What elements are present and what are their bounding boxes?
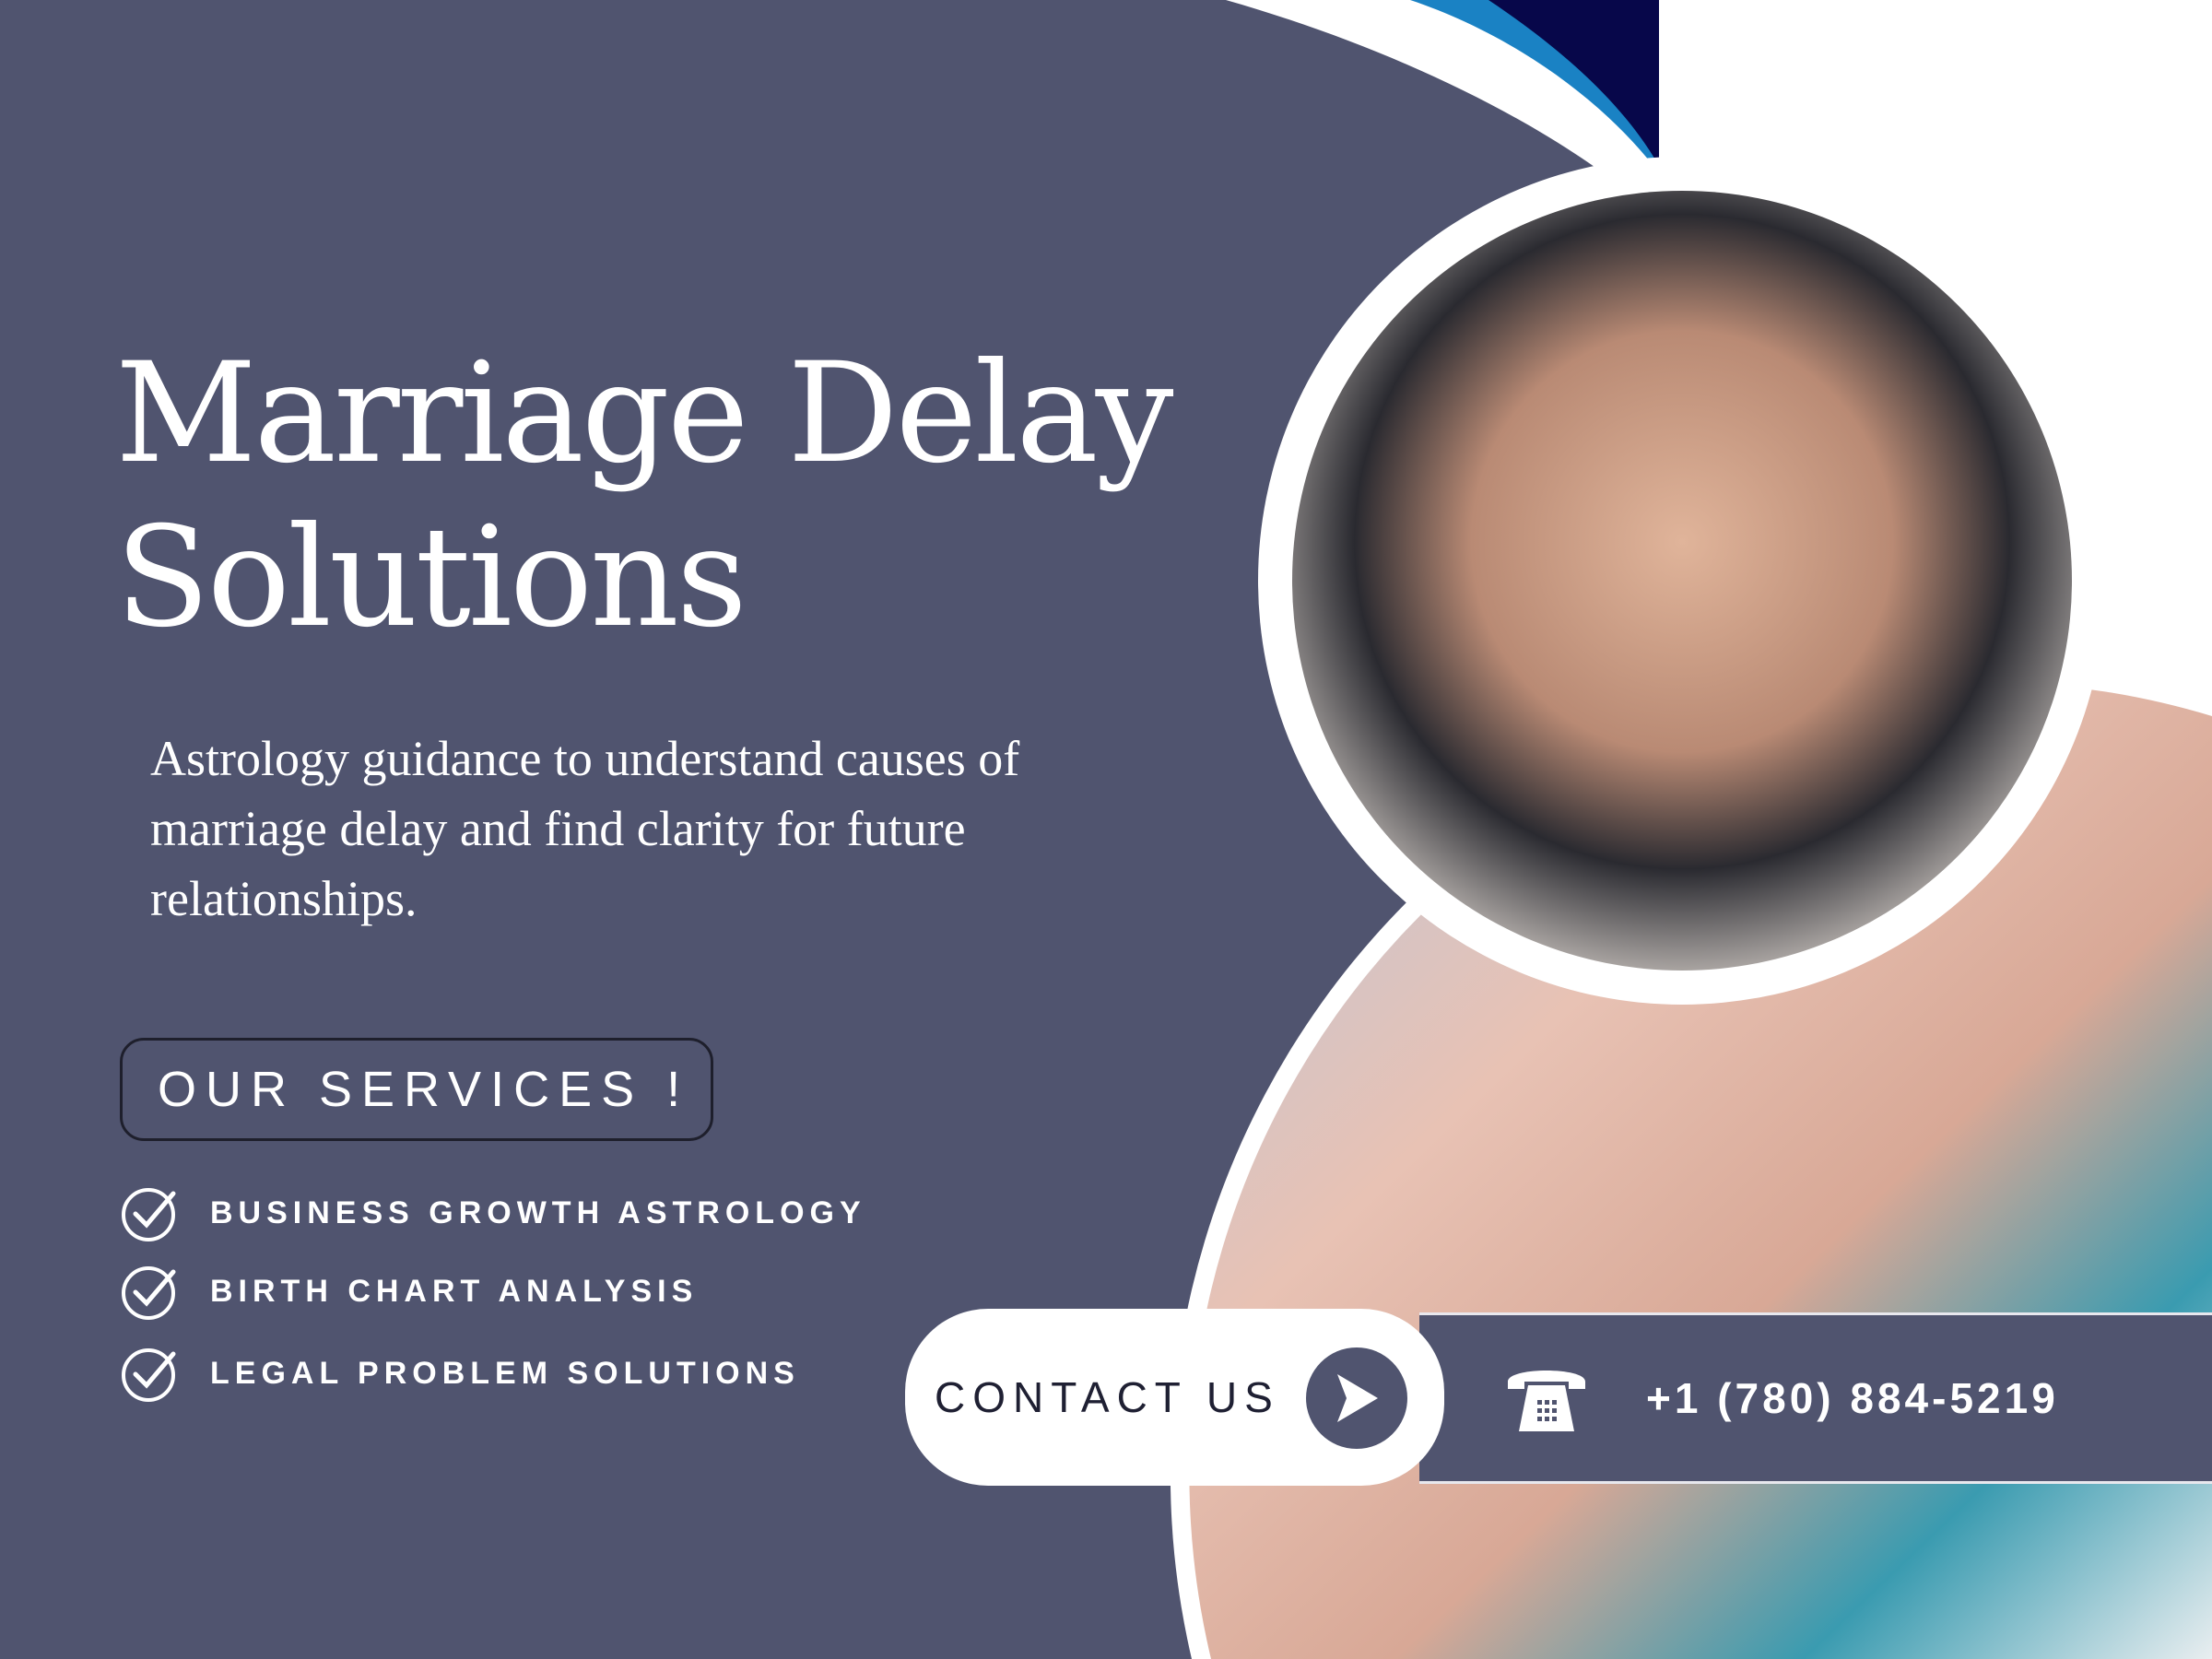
contact-us-button[interactable]: CONTACT US — [905, 1309, 1444, 1486]
service-label: LEGAL PROBLEM SOLUTIONS — [210, 1355, 800, 1391]
play-arrow-icon — [1306, 1347, 1407, 1449]
our-services-label: OUR SERVICES ! — [158, 1062, 690, 1117]
page-title: Marriage Delay Solutions — [115, 332, 1173, 660]
check-circle-icon — [122, 1266, 176, 1320]
check-circle-icon — [122, 1348, 176, 1402]
title-line-2: Solutions — [115, 498, 747, 658]
phone-bar: +1 (780) 884-5219 — [1419, 1312, 2212, 1484]
service-label: BIRTH CHART ANALYSIS — [210, 1273, 699, 1309]
couple-photo — [1292, 191, 2072, 971]
telephone-icon — [1508, 1371, 1585, 1431]
our-services-button[interactable]: OUR SERVICES ! — [120, 1038, 713, 1141]
title-line-1: Marriage Delay — [115, 334, 1173, 494]
service-item: LEGAL PROBLEM SOLUTIONS — [120, 1343, 800, 1404]
service-item: BIRTH CHART ANALYSIS — [120, 1261, 698, 1322]
service-label: BUSINESS GROWTH ASTROLOGY — [210, 1194, 866, 1230]
check-circle-icon — [122, 1188, 176, 1241]
phone-number[interactable]: +1 (780) 884-5219 — [1646, 1373, 2059, 1423]
service-item: BUSINESS GROWTH ASTROLOGY — [120, 1182, 866, 1243]
contact-us-label: CONTACT US — [935, 1373, 1280, 1421]
description: Astrology guidance to understand causes … — [150, 731, 1020, 926]
